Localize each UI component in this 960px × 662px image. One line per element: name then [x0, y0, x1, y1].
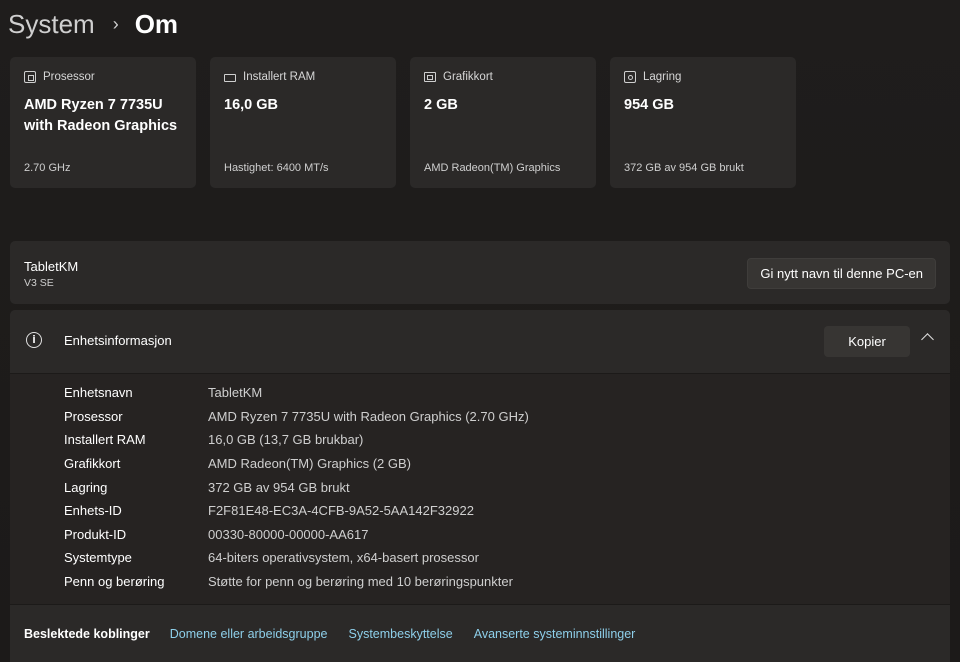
info-key: Installert RAM [64, 432, 146, 448]
settings-page: System › Om Prosessor AMD Ryzen 7 7735U … [0, 0, 960, 662]
card-title: Grafikkort [443, 71, 493, 83]
card-value: 954 GB [624, 97, 674, 113]
info-row: Enhetsnavn TabletKM [64, 381, 529, 405]
info-key: Enhetsnavn [64, 385, 133, 401]
info-row: Prosessor AMD Ryzen 7 7735U with Radeon G… [64, 405, 529, 429]
info-row: Installert RAM 16,0 GB (13,7 GB brukbar) [64, 428, 529, 452]
chevron-up-icon[interactable] [921, 333, 934, 346]
link-domain-workgroup[interactable]: Domene eller arbeidsgruppe [170, 627, 328, 641]
info-row: Grafikkort AMD Radeon(TM) Graphics (2 GB) [64, 452, 529, 476]
info-value: AMD Radeon(TM) Graphics (2 GB) [208, 456, 411, 472]
rename-pc-button[interactable]: Gi nytt navn til denne PC-en [747, 258, 936, 289]
info-value: F2F81E48-EC3A-4CFB-9A52-5AA142F32922 [208, 503, 474, 519]
info-row: Enhets-ID F2F81E48-EC3A-4CFB-9A52-5AA142F… [64, 499, 529, 523]
info-key: Penn og berøring [64, 574, 165, 590]
device-info-title: Enhetsinformasjon [64, 333, 172, 348]
device-info-header[interactable]: i Enhetsinformasjon Kopier [10, 310, 950, 374]
device-info-list: Enhetsnavn TabletKM Prosessor AMD Ryzen 7 … [64, 381, 529, 593]
info-key: Grafikkort [64, 456, 121, 472]
info-key: Lagring [64, 479, 108, 495]
storage-icon [624, 71, 636, 83]
related-links-label: Beslektede koblinger [24, 626, 150, 641]
link-advanced-system-settings[interactable]: Avanserte systeminnstillinger [474, 627, 636, 641]
card-title: Installert RAM [243, 71, 316, 83]
ram-icon [224, 74, 236, 82]
info-key: Systemtype [64, 550, 132, 566]
info-value: 372 GB av 954 GB brukt [208, 479, 350, 495]
info-key: Prosessor [64, 408, 123, 424]
chevron-right-icon: › [112, 13, 119, 34]
spec-cards: Prosessor AMD Ryzen 7 7735U with Radeon … [10, 57, 796, 188]
card-value: 2 GB [424, 97, 458, 113]
copy-button[interactable]: Kopier [824, 326, 910, 357]
breadcrumb-system[interactable]: System [8, 9, 95, 40]
info-value: 16,0 GB (13,7 GB brukbar) [208, 432, 364, 448]
info-key: Produkt-ID [64, 526, 127, 542]
card-sub: Hastighet: 6400 MT/s [224, 162, 329, 174]
card-storage: Lagring 954 GB 372 GB av 954 GB brukt [610, 57, 796, 188]
card-title: Prosessor [43, 71, 95, 83]
info-value: 00330-80000-00000-AA617 [208, 526, 369, 542]
info-value: 64-biters operativsystem, x64-basert pro… [208, 550, 479, 566]
info-key: Enhets-ID [64, 503, 122, 519]
graphics-card-icon [424, 72, 436, 82]
info-row: Lagring 372 GB av 954 GB brukt [64, 475, 529, 499]
card-value: 16,0 GB [224, 97, 278, 113]
info-value: AMD Ryzen 7 7735U with Radeon Graphics (… [208, 408, 529, 424]
info-row: Produkt-ID 00330-80000-00000-AA617 [64, 523, 529, 547]
pc-name-bar: TabletKM V3 SE Gi nytt navn til denne PC… [10, 241, 950, 304]
info-value: TabletKM [208, 385, 263, 401]
info-value: Støtte for penn og berøring med 10 berør… [208, 574, 513, 590]
info-row: Systemtype 64-biters operativsystem, x64-… [64, 546, 529, 570]
info-row: Penn og berøring Støtte for penn og berør… [64, 570, 529, 594]
breadcrumb: System › Om [8, 4, 178, 44]
card-sub: AMD Radeon(TM) Graphics [424, 162, 561, 174]
card-sub: 2.70 GHz [24, 162, 71, 174]
link-system-protection[interactable]: Systembeskyttelse [348, 627, 452, 641]
card-title: Lagring [643, 71, 682, 83]
processor-icon [24, 71, 36, 83]
page-title: Om [134, 8, 179, 39]
card-ram: Installert RAM 16,0 GB Hastighet: 6400 M… [210, 57, 396, 188]
info-icon: i [26, 332, 42, 348]
card-sub: 372 GB av 954 GB brukt [624, 162, 744, 174]
card-graphics: Grafikkort 2 GB AMD Radeon(TM) Graphics [410, 57, 596, 188]
device-info-panel: i Enhetsinformasjon Kopier Enhetsnavn Tab… [10, 310, 950, 604]
related-links: Beslektede koblinger Domene eller arbeid… [10, 604, 950, 662]
card-value: AMD Ryzen 7 7735U with Radeon Graphics [24, 97, 178, 134]
card-processor: Prosessor AMD Ryzen 7 7735U with Radeon … [10, 57, 196, 188]
